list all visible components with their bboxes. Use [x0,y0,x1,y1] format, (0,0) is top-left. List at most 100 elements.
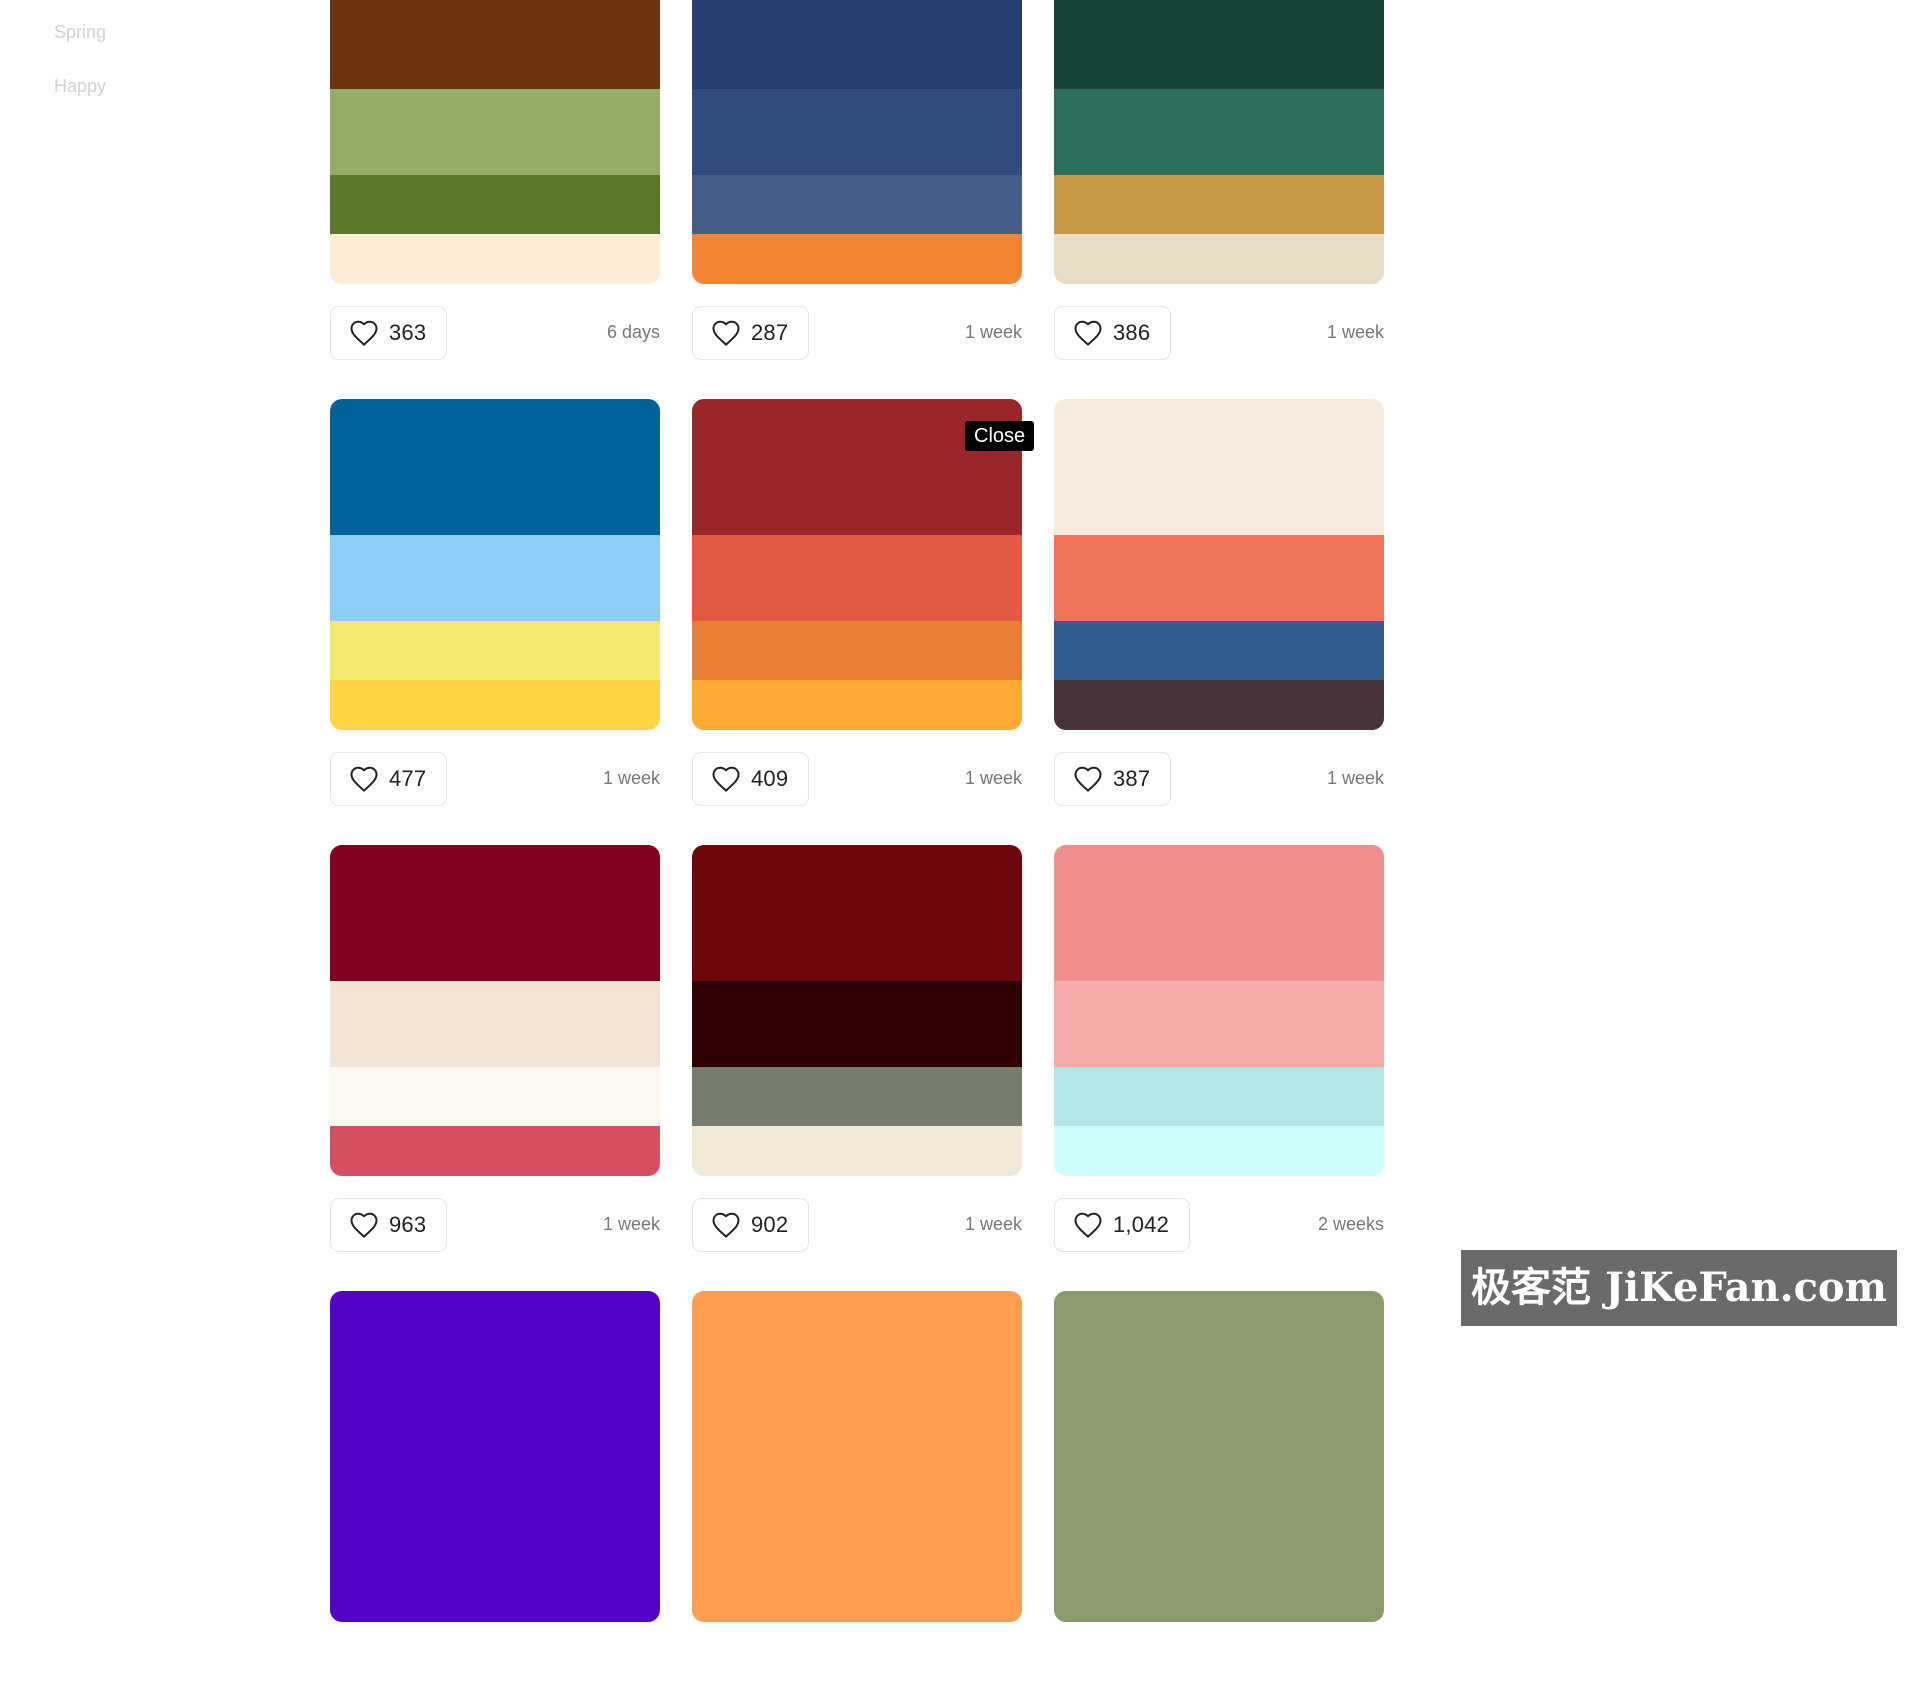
palette-age: 1 week [1326,768,1384,788]
color-stripe[interactable] [692,399,1022,535]
color-stripe[interactable] [692,981,1022,1067]
color-stripe[interactable] [330,680,660,730]
like-button[interactable]: 363 [330,306,448,360]
like-button[interactable]: 902 [692,1198,810,1252]
like-count: 1,042 [1113,1212,1170,1237]
color-stripe[interactable] [330,845,660,981]
palette-meta: 963 1 week [330,1198,660,1254]
palette-card[interactable]: 287 1 week [692,0,1022,362]
like-button[interactable]: 409 [692,752,810,806]
palette-meta: 363 6 days [330,306,660,362]
palette-age: 1 week [964,1214,1022,1234]
heart-icon [711,765,741,793]
like-button[interactable]: 477 [330,752,448,806]
like-button[interactable]: 387 [1054,752,1172,806]
color-stripe[interactable] [1054,234,1384,284]
color-stripe[interactable] [692,89,1022,175]
color-stripe[interactable] [1054,1067,1384,1126]
like-button[interactable]: 287 [692,306,810,360]
palette-swatch[interactable] [330,0,660,284]
like-button[interactable]: 386 [1054,306,1172,360]
like-count: 902 [751,1212,789,1237]
color-stripe[interactable] [692,535,1022,621]
color-stripe[interactable] [330,535,660,621]
color-stripe[interactable] [330,621,660,680]
palette-card[interactable]: 963 1 week [330,845,660,1254]
palette-card[interactable] [692,1291,1022,1697]
like-count: 409 [751,766,789,791]
palette-meta: 386 1 week [1054,306,1384,362]
palette-card[interactable] [330,1291,660,1697]
palette-age: 6 days [606,322,660,342]
palette-age: 2 weeks [1317,1214,1384,1234]
palette-swatch[interactable] [1054,845,1384,1176]
watermark-logo: 极客范 JiKeFan.com [1461,1250,1897,1326]
color-stripe[interactable] [692,621,1022,680]
color-stripe[interactable] [330,399,660,535]
like-count: 287 [751,320,789,345]
palette-swatch[interactable] [692,0,1022,284]
color-stripe[interactable] [1054,399,1384,535]
palette-age: 1 week [1326,322,1384,342]
color-stripe[interactable] [330,1067,660,1126]
like-count: 477 [389,766,427,791]
color-stripe[interactable] [692,1126,1022,1176]
sidebar-link-spring[interactable]: Spring [54,20,254,44]
palette-swatch[interactable] [692,845,1022,1176]
palette-card[interactable]: 409 1 week [692,399,1022,806]
palette-card[interactable]: 1,042 2 weeks [1054,845,1384,1254]
palette-swatch[interactable] [1054,1291,1384,1622]
heart-icon [349,1211,379,1239]
palette-meta: 287 1 week [692,306,1022,362]
palette-swatch[interactable] [1054,399,1384,730]
color-stripe[interactable] [330,981,660,1067]
color-stripe[interactable] [330,234,660,284]
palette-swatch[interactable] [1054,0,1384,284]
like-count: 386 [1113,320,1151,345]
palette-meta: 1,042 2 weeks [1054,1198,1384,1254]
color-stripe[interactable] [330,175,660,234]
palette-card[interactable]: 363 6 days [330,0,660,362]
palette-card[interactable]: 386 1 week [1054,0,1384,362]
color-stripe[interactable] [692,0,1022,89]
sidebar: Spring Happy [54,20,254,128]
color-stripe[interactable] [1054,981,1384,1067]
color-stripe[interactable] [1054,535,1384,621]
palette-card[interactable] [1054,1291,1384,1697]
palette-meta: 902 1 week [692,1198,1022,1254]
color-stripe[interactable] [692,1291,1022,1622]
color-stripe[interactable] [330,1126,660,1176]
like-button[interactable]: 1,042 [1054,1198,1191,1252]
sidebar-link-happy[interactable]: Happy [54,74,254,98]
palette-grid: 363 6 days 287 1 week 386 1 week 477 1 week 409 1… [330,0,1384,1622]
color-stripe[interactable] [1054,89,1384,175]
color-stripe[interactable] [1054,1126,1384,1176]
color-stripe[interactable] [692,845,1022,981]
color-stripe[interactable] [1054,175,1384,234]
color-stripe[interactable] [692,680,1022,730]
heart-icon [711,1211,741,1239]
color-stripe[interactable] [330,89,660,175]
color-stripe[interactable] [692,1067,1022,1126]
palette-swatch[interactable] [692,1291,1022,1622]
palette-card[interactable]: 477 1 week [330,399,660,806]
palette-swatch[interactable] [330,399,660,730]
color-stripe[interactable] [1054,621,1384,680]
palette-swatch[interactable] [330,845,660,1176]
color-stripe[interactable] [692,175,1022,234]
close-tooltip[interactable]: Close [965,421,1035,451]
heart-icon [711,319,741,347]
color-stripe[interactable] [330,0,660,89]
palette-card[interactable]: 387 1 week [1054,399,1384,806]
color-stripe[interactable] [330,1291,660,1622]
like-button[interactable]: 963 [330,1198,448,1252]
color-stripe[interactable] [1054,845,1384,981]
color-stripe[interactable] [1054,0,1384,89]
color-stripe[interactable] [692,234,1022,284]
like-count: 387 [1113,766,1151,791]
color-stripe[interactable] [1054,680,1384,730]
palette-age: 1 week [602,1214,660,1234]
color-stripe[interactable] [1054,1291,1384,1622]
palette-card[interactable]: 902 1 week [692,845,1022,1254]
palette-swatch[interactable] [330,1291,660,1622]
